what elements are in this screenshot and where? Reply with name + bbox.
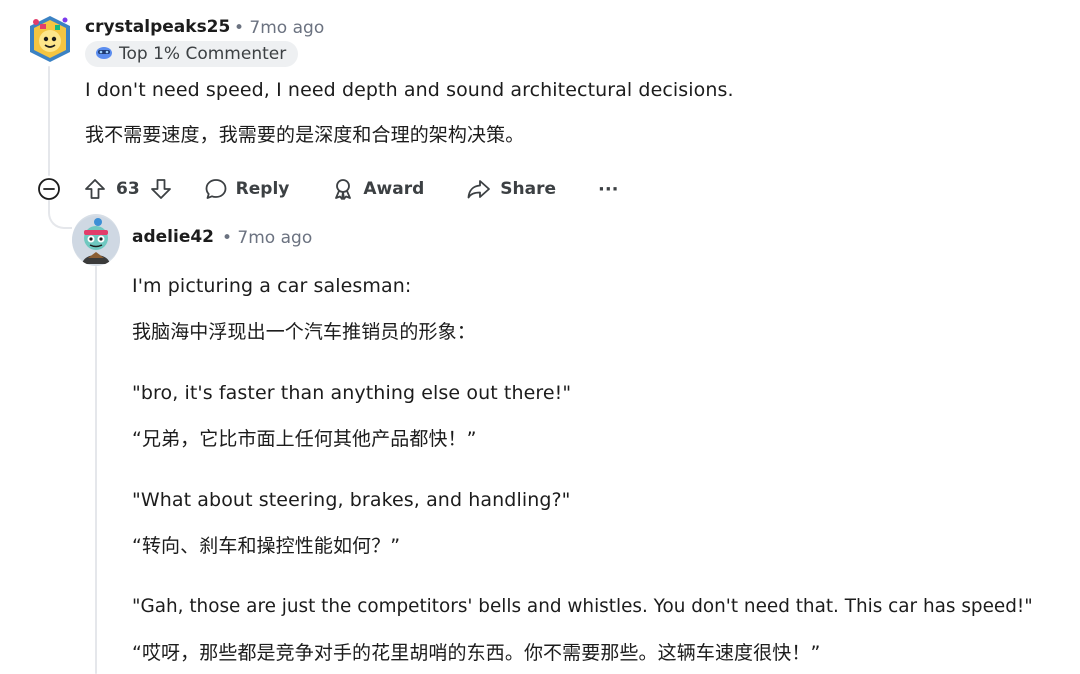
thread-line[interactable] <box>95 266 97 674</box>
comment-body-line: I don't need speed, I need depth and sou… <box>85 79 734 101</box>
comment-body-line: 我脑海中浮现出一个汽车推销员的形象： <box>132 321 476 343</box>
downvote-button[interactable] <box>150 171 172 207</box>
vote-count: 63 <box>116 179 140 199</box>
share-label: Share <box>500 179 556 199</box>
award-button[interactable]: Award <box>331 171 424 207</box>
comment-body-line: “哎呀，那些都是竞争对手的花里胡哨的东西。你不需要那些。这辆车速度很快！” <box>132 642 821 664</box>
comment-body-line: “转向、刹车和操控性能如何？” <box>132 535 401 557</box>
comment-body-line: 我不需要速度，我需要的是深度和合理的架构决策。 <box>85 124 525 146</box>
minus-circle-icon[interactable] <box>34 171 64 207</box>
badge-label: Top 1% Commenter <box>119 44 287 64</box>
speech-bubble-icon <box>205 179 227 199</box>
avatar[interactable] <box>28 14 72 64</box>
comment-action-bar: 63 Reply Award Share ··· <box>34 171 619 207</box>
comment-body-line: “兄弟，它比市面上任何其他产品都快！” <box>132 428 477 450</box>
avatar[interactable] <box>72 214 120 266</box>
comment-body-line: I'm picturing a car salesman: <box>132 275 412 297</box>
arrow-down-icon <box>150 179 171 199</box>
timestamp[interactable]: • 7mo ago <box>222 228 312 248</box>
reply-button[interactable]: Reply <box>204 171 290 207</box>
share-button[interactable]: Share <box>466 171 556 207</box>
upvote-button[interactable] <box>84 171 106 207</box>
comment-body-line: "bro, it's faster than anything else out… <box>132 382 572 404</box>
status-badge: Top 1% Commenter <box>85 41 299 67</box>
award-label: Award <box>363 179 425 199</box>
thread-line[interactable] <box>48 66 50 176</box>
timestamp[interactable]: • 7mo ago <box>234 18 324 38</box>
username[interactable]: adelie42 <box>132 227 214 247</box>
reply-label: Reply <box>235 179 290 199</box>
commenter-badge-icon <box>95 44 113 64</box>
share-arrow-icon <box>467 180 491 199</box>
comment-body-line: "What about steering, brakes, and handli… <box>132 489 571 511</box>
award-icon <box>335 179 352 200</box>
comment-thread: crystalpeaks25 • 7mo ago Top 1% Commente… <box>0 0 1080 674</box>
username[interactable]: crystalpeaks25 <box>85 17 230 37</box>
more-options-button[interactable]: ··· <box>598 171 619 207</box>
comment-body-line: "Gah, those are just the competitors' be… <box>132 596 1033 617</box>
arrow-up-icon <box>85 179 105 199</box>
